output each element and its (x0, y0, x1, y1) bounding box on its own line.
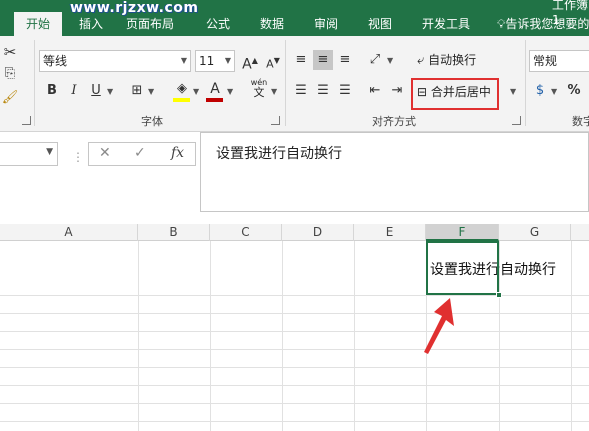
formula-buttons: ✕ ✓ fx (88, 142, 196, 166)
ribbon-home: ✂ ⎘ 🖌︎ 等线 ▼ 11 ▼ A▲ A▼ B I U ▼ ⊞ ▼ ◈ ▼ A… (0, 36, 589, 132)
tab-data[interactable]: 数据 (252, 12, 292, 36)
chevron-down-icon[interactable]: ▼ (193, 87, 199, 96)
tell-me-label: 告诉我您想要的 (505, 17, 589, 31)
wrap-text-button[interactable]: ⤶ 自动换行 (417, 49, 476, 71)
underline-button[interactable]: U (86, 81, 106, 101)
align-center-icon[interactable]: ☰ (313, 81, 333, 101)
number-group-label: 数字 (572, 115, 589, 128)
chevron-down-icon: ▼ (180, 56, 187, 65)
active-cell-f1[interactable] (426, 241, 499, 295)
percent-style-button[interactable]: % (564, 81, 584, 101)
group-separator (285, 40, 286, 126)
italic-button[interactable]: I (64, 81, 84, 101)
chevron-down-icon[interactable]: ▼ (551, 87, 557, 96)
bold-button[interactable]: B (42, 81, 62, 101)
name-box[interactable]: ▼ (0, 142, 58, 166)
fill-color-icon[interactable]: ◈ (172, 79, 192, 99)
alignment-dialog-launcher[interactable] (512, 116, 521, 125)
increase-indent-icon[interactable]: ⇥ (387, 81, 407, 101)
chevron-down-icon: ▼ (224, 56, 231, 65)
column-header-a[interactable]: A (0, 224, 138, 241)
font-size-value: 11 (199, 54, 215, 68)
align-right-icon[interactable]: ☰ (335, 81, 355, 101)
chevron-down-icon[interactable]: ▼ (510, 87, 516, 96)
number-format-combo[interactable]: 常规 (529, 50, 589, 72)
formula-bar-grip: ⋮ (72, 150, 84, 164)
align-left-icon[interactable]: ☰ (291, 81, 311, 101)
tab-insert[interactable]: 插入 (70, 12, 112, 36)
align-bottom-icon[interactable]: ≡ (335, 50, 355, 70)
tab-review[interactable]: 审阅 (306, 12, 346, 36)
wrap-text-highlight-box (411, 78, 499, 110)
gridline (0, 313, 589, 314)
column-header-d[interactable]: D (282, 224, 354, 241)
wrap-text-label: 自动换行 (428, 53, 477, 67)
phonetic-guide-button[interactable]: wén 文 (248, 78, 270, 98)
column-header-b[interactable]: B (138, 224, 210, 241)
grow-font-icon[interactable]: A▲ (240, 51, 260, 73)
borders-icon[interactable]: ⊞ (127, 81, 147, 101)
font-color-bar (206, 98, 223, 102)
worksheet-grid: A B C D E F G 设置我进行自动换行 (0, 224, 589, 431)
fill-handle[interactable] (496, 292, 502, 298)
tell-me-search[interactable]: 💡︎告诉我您想要的 (497, 12, 589, 36)
align-middle-icon[interactable]: ≡ (313, 50, 333, 70)
gridline (0, 403, 589, 404)
font-name-combo[interactable]: 等线 ▼ (39, 50, 191, 72)
chevron-down-icon[interactable]: ▼ (107, 87, 113, 96)
chevron-down-icon[interactable]: ▼ (387, 56, 393, 65)
wrap-text-icon: ⤶ (417, 53, 425, 68)
gridline (0, 349, 589, 350)
gridline (0, 421, 589, 422)
copy-icon[interactable]: ⎘ (0, 64, 20, 84)
group-separator (34, 40, 35, 126)
ribbon-tab-bar: www.rjzxw.com 工作簿1 开始 插入 页面布局 公式 数据 审阅 视… (0, 0, 589, 36)
insert-function-icon[interactable]: fx (171, 145, 184, 161)
cut-icon[interactable]: ✂ (0, 42, 20, 62)
gridline (0, 367, 589, 368)
column-header-c[interactable]: C (210, 224, 282, 241)
accounting-format-icon[interactable]: $ (530, 81, 550, 101)
column-header-g[interactable]: G (499, 224, 571, 241)
decrease-indent-icon[interactable]: ⇤ (365, 81, 385, 101)
number-format-value: 常规 (533, 54, 558, 68)
phonetic-bottom-label: 文 (253, 86, 265, 99)
tab-view[interactable]: 视图 (360, 12, 400, 36)
column-header-f[interactable]: F (426, 224, 499, 241)
group-separator (525, 40, 526, 126)
fill-color-bar (173, 98, 190, 102)
chevron-down-icon[interactable]: ▼ (227, 87, 233, 96)
chevron-down-icon[interactable]: ▼ (148, 87, 154, 96)
alignment-group-label: 对齐方式 (372, 115, 416, 128)
tab-developer[interactable]: 开发工具 (414, 12, 478, 36)
tab-home[interactable]: 开始 (14, 12, 62, 36)
formula-input[interactable]: 设置我进行自动换行 (200, 132, 589, 212)
enter-icon[interactable]: ✓ (134, 145, 146, 161)
tab-page-layout[interactable]: 页面布局 (118, 12, 182, 36)
column-header-row: A B C D E F G (0, 224, 589, 241)
shrink-font-icon[interactable]: A▼ (263, 51, 283, 71)
gridline (0, 385, 589, 386)
chevron-down-icon: ▼ (46, 147, 53, 157)
font-size-combo[interactable]: 11 ▼ (195, 50, 235, 72)
formula-bar: ▼ ⋮ ✕ ✓ fx 设置我进行自动换行 (0, 132, 589, 224)
tab-formulas[interactable]: 公式 (198, 12, 238, 36)
clipboard-dialog-launcher[interactable] (22, 116, 31, 125)
chevron-down-icon[interactable]: ▼ (271, 87, 277, 96)
font-dialog-launcher[interactable] (271, 116, 280, 125)
font-color-button[interactable]: A (205, 79, 225, 99)
cancel-icon[interactable]: ✕ (99, 145, 111, 161)
grow-font-label: A (242, 56, 252, 73)
font-name-value: 等线 (43, 54, 68, 68)
format-painter-icon[interactable]: 🖌︎ (0, 88, 20, 108)
shrink-font-label: A (266, 57, 274, 71)
gridline (0, 331, 589, 332)
align-top-icon[interactable]: ≡ (291, 50, 311, 70)
annotation-arrow-icon (424, 298, 454, 354)
font-group-label: 字体 (141, 115, 163, 128)
column-header-e[interactable]: E (354, 224, 426, 241)
orientation-icon[interactable]: ⤢ (365, 50, 385, 70)
